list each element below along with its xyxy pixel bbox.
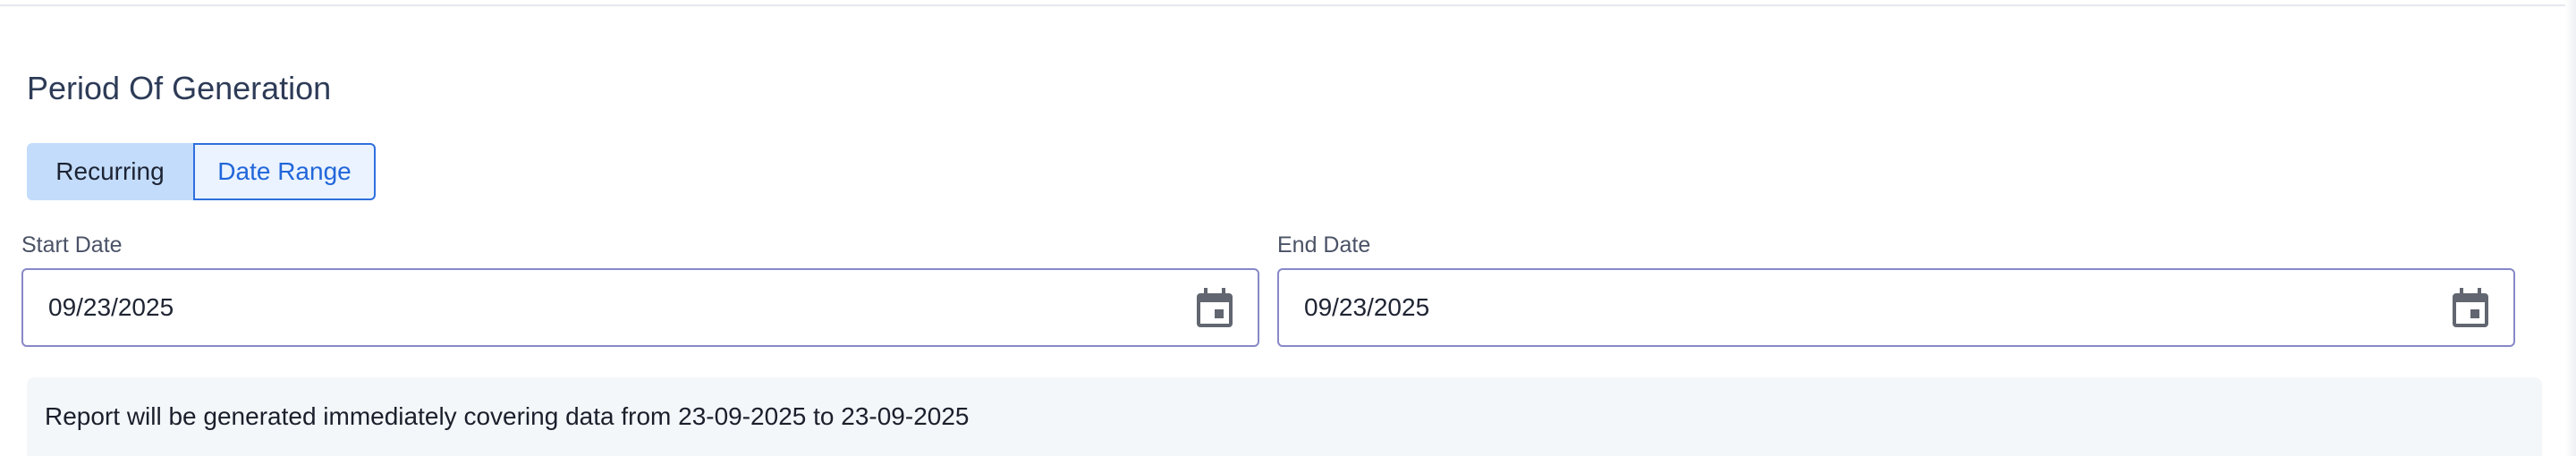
start-date-value[interactable]: 09/23/2025 — [23, 293, 1195, 322]
section-title: Period Of Generation — [27, 70, 332, 106]
period-of-generation-panel: Period Of Generation Recurring Date Rang… — [0, 0, 2576, 456]
start-date-label: Start Date — [21, 232, 123, 258]
top-divider — [0, 0, 2565, 6]
right-edge-shadow — [2565, 0, 2576, 456]
recurring-toggle-button[interactable]: Recurring — [27, 143, 193, 200]
calendar-icon[interactable] — [1195, 288, 1234, 327]
generation-info-text: Report will be generated immediately cov… — [45, 402, 970, 430]
end-date-value[interactable]: 09/23/2025 — [1279, 293, 2451, 322]
end-date-field[interactable]: 09/23/2025 — [1277, 268, 2515, 347]
calendar-icon[interactable] — [2451, 288, 2490, 327]
generation-info-banner: Report will be generated immediately cov… — [27, 377, 2542, 456]
date-range-toggle-button[interactable]: Date Range — [193, 143, 376, 200]
period-type-toggle: Recurring Date Range — [27, 143, 376, 200]
start-date-field[interactable]: 09/23/2025 — [21, 268, 1259, 347]
end-date-label: End Date — [1277, 232, 1371, 258]
